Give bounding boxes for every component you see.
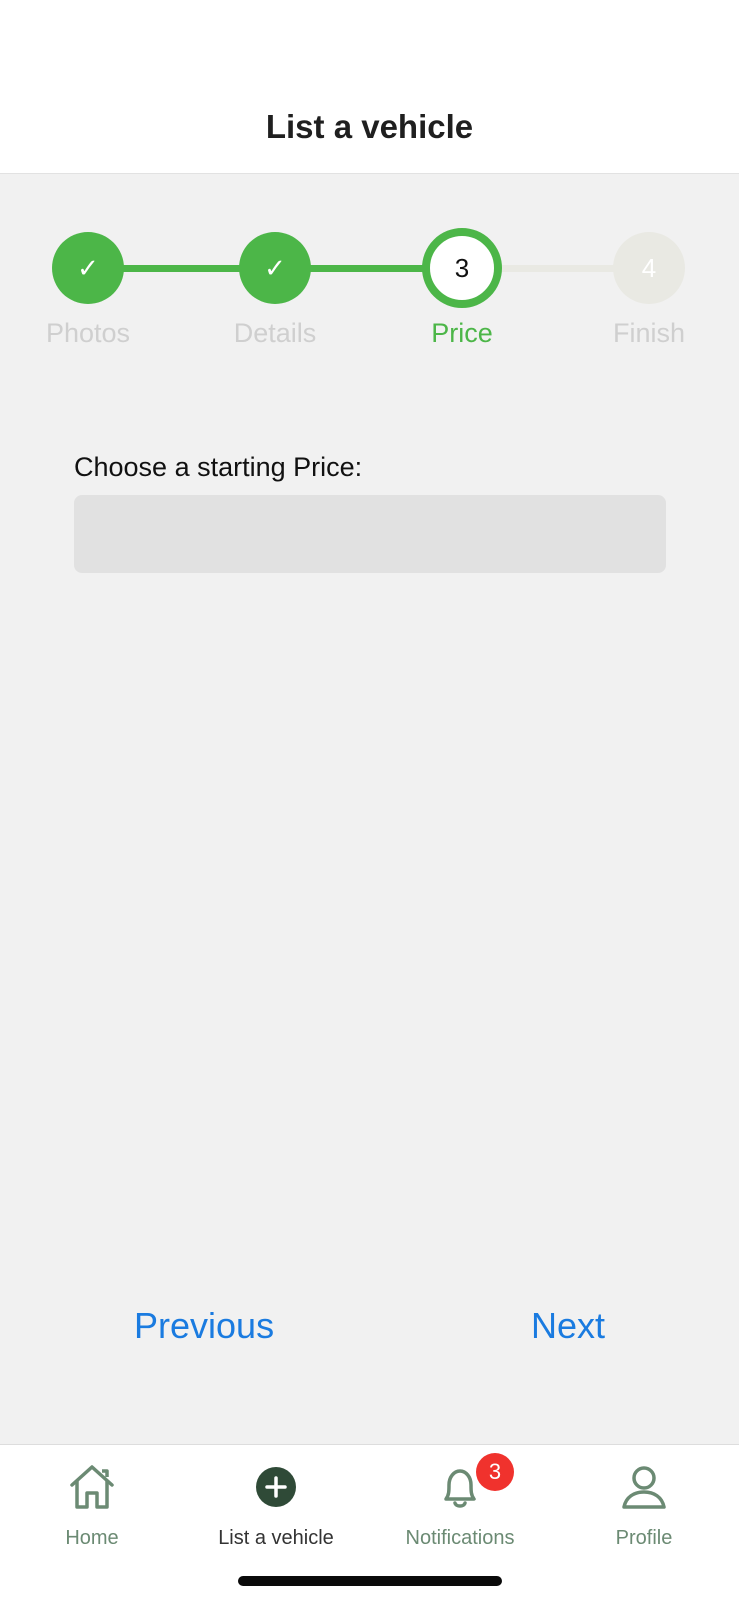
home-indicator	[238, 1576, 502, 1586]
next-button[interactable]: Next	[531, 1305, 605, 1347]
person-icon	[622, 1466, 666, 1509]
step-photos-checkmark-icon: ✓	[52, 232, 124, 304]
tab-home[interactable]: Home	[0, 1445, 184, 1555]
plus-circle-icon	[256, 1467, 296, 1507]
page-title: List a vehicle	[265, 108, 474, 145]
step-details-checkmark-icon: ✓	[239, 232, 311, 304]
tab-profile[interactable]: Profile	[552, 1445, 736, 1555]
tab-list-vehicle[interactable]: List a vehicle	[184, 1445, 368, 1555]
tab-home-label: Home	[65, 1527, 119, 1549]
step-finish-indicator: 4	[613, 232, 685, 304]
step-label-price: Price	[431, 318, 493, 348]
notification-count-badge: 3	[476, 1453, 514, 1491]
tab-notifications-label: Notifications	[405, 1527, 515, 1549]
price-input[interactable]	[74, 495, 666, 573]
tab-list-vehicle-label: List a vehicle	[218, 1527, 334, 1549]
home-icon	[70, 1465, 114, 1509]
price-field-label: Choose a starting Price:	[74, 452, 363, 482]
step-label-finish: Finish	[612, 318, 686, 348]
tab-profile-label: Profile	[615, 1527, 673, 1549]
previous-button[interactable]: Previous	[134, 1305, 274, 1347]
tab-notifications[interactable]: 3 Notifications	[368, 1445, 552, 1555]
step-label-photos: Photos	[45, 318, 131, 348]
app-header: List a vehicle	[0, 0, 739, 174]
step-price-indicator: 3	[422, 228, 502, 308]
step-label-details: Details	[233, 318, 317, 348]
